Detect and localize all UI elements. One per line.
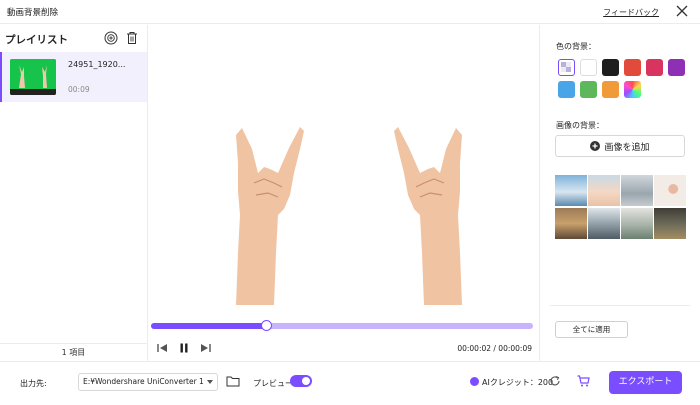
swatch-orange[interactable] xyxy=(602,81,619,98)
swatch-transparent[interactable] xyxy=(558,59,575,76)
feedback-link[interactable]: フィードバック xyxy=(603,7,659,18)
swatch-custom-color[interactable] xyxy=(624,81,641,98)
export-button[interactable]: エクスポート xyxy=(609,371,682,394)
bg-image-5[interactable] xyxy=(555,208,587,239)
image-background-label: 画像の背景： xyxy=(556,121,604,130)
time-display: 00:00:02 / 00:00:09 xyxy=(457,344,532,353)
output-path-value: E:¥Wondershare UniConverter 1 xyxy=(83,377,204,386)
timeline-handle[interactable] xyxy=(260,320,272,331)
bottom-bar: 出力先: E:¥Wondershare UniConverter 1 プレビュー… xyxy=(0,361,700,405)
next-frame-icon[interactable] xyxy=(200,342,212,354)
timeline-progress xyxy=(151,323,266,329)
bg-image-6[interactable] xyxy=(588,208,620,239)
title-bar: 動画背景削除 フィードバック xyxy=(0,0,700,24)
timeline-slider[interactable] xyxy=(151,320,533,331)
bg-image-8[interactable] xyxy=(654,208,686,239)
bg-image-2[interactable] xyxy=(588,175,620,206)
chevron-down-icon xyxy=(207,380,213,384)
ai-credit-icon xyxy=(470,377,479,386)
add-image-label: 画像を追加 xyxy=(604,142,650,153)
swatch-purple[interactable] xyxy=(668,59,685,76)
video-thumbnail xyxy=(10,59,56,95)
swatch-blue[interactable] xyxy=(558,81,575,98)
background-panel: 色の背景： 画像の背景： 画像を追加 全てに適用 xyxy=(539,25,700,361)
playlist-item[interactable]: 24951_1920... 00:09 xyxy=(0,52,147,102)
swatch-white[interactable] xyxy=(580,59,597,76)
swatch-green[interactable] xyxy=(580,81,597,98)
cart-icon[interactable] xyxy=(577,375,590,387)
apply-all-button[interactable]: 全てに適用 xyxy=(555,321,628,338)
add-file-icon[interactable] xyxy=(104,31,118,45)
plus-circle-icon xyxy=(590,141,601,151)
item-count: 1 項目 xyxy=(0,343,147,361)
window-title: 動画背景削除 xyxy=(7,8,59,18)
preview-toggle[interactable] xyxy=(290,375,312,387)
item-name: 24951_1920... xyxy=(68,60,126,69)
output-label: 出力先: xyxy=(20,379,47,388)
color-background-label: 色の背景： xyxy=(556,42,596,51)
background-image-grid xyxy=(555,175,686,239)
output-path-select[interactable]: E:¥Wondershare UniConverter 1 xyxy=(78,373,218,391)
playlist-panel: プレイリスト 24951_1920... 00:09 1 項目 xyxy=(0,25,148,361)
previous-frame-icon[interactable] xyxy=(156,342,168,354)
add-image-button[interactable]: 画像を追加 xyxy=(555,135,685,157)
refresh-icon[interactable] xyxy=(549,375,561,387)
close-icon[interactable] xyxy=(674,3,690,19)
divider xyxy=(550,305,690,306)
folder-icon[interactable] xyxy=(226,375,240,387)
item-duration: 00:09 xyxy=(68,85,90,94)
playlist-title: プレイリスト xyxy=(5,34,68,46)
bg-image-3[interactable] xyxy=(621,175,653,206)
swatch-red[interactable] xyxy=(624,59,641,76)
bg-image-7[interactable] xyxy=(621,208,653,239)
swatch-pink[interactable] xyxy=(646,59,663,76)
ai-credit-text: AIクレジット：200 xyxy=(482,378,554,387)
preview-image xyxy=(236,127,462,305)
bg-image-4[interactable] xyxy=(654,175,686,206)
preview-area: 00:00:02 / 00:00:09 xyxy=(148,25,538,361)
pause-icon[interactable] xyxy=(178,342,190,354)
preview-label: プレビュー xyxy=(253,379,293,388)
swatch-black[interactable] xyxy=(602,59,619,76)
delete-icon[interactable] xyxy=(126,31,138,45)
bg-image-1[interactable] xyxy=(555,175,587,206)
